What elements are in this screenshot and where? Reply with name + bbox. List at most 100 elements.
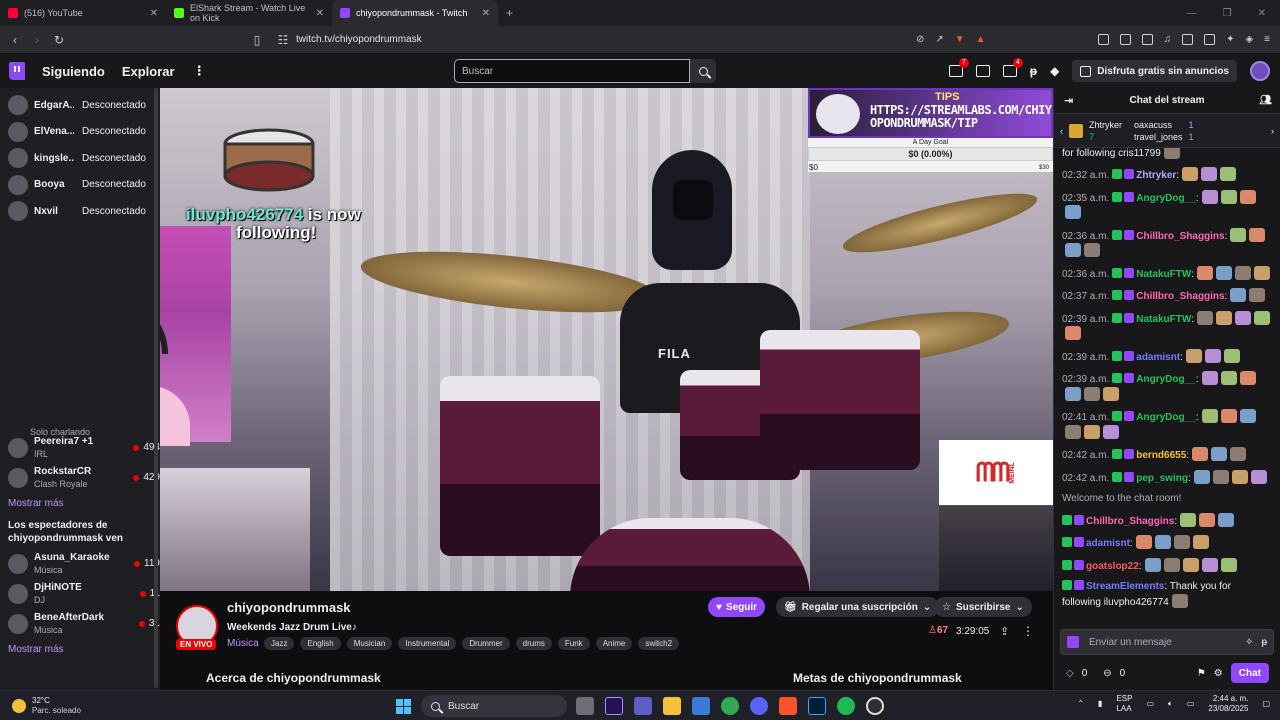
chat-badge-icon[interactable] bbox=[1112, 229, 1123, 240]
chat-send-button[interactable]: Chat bbox=[1230, 663, 1269, 683]
clock[interactable]: 2:44 a. m. 23/08/2025 bbox=[1208, 694, 1248, 714]
prime-button[interactable]: Disfruta gratis sin anuncios bbox=[1072, 60, 1237, 82]
close-icon[interactable]: ✕ bbox=[482, 8, 490, 19]
user-avatar[interactable] bbox=[1250, 61, 1270, 81]
chat-username[interactable]: NatakuFTW bbox=[1136, 314, 1191, 325]
share-icon[interactable]: ↗ bbox=[935, 34, 943, 45]
chat-badge-icon[interactable] bbox=[1124, 373, 1135, 383]
taskbar-search[interactable]: Buscar bbox=[421, 695, 567, 717]
chat-badge-icon[interactable] bbox=[1074, 514, 1084, 525]
inbox-icon[interactable]: 7 bbox=[948, 58, 969, 77]
tag[interactable]: Drummer bbox=[462, 637, 510, 650]
chat-badge-icon[interactable] bbox=[1062, 580, 1072, 590]
leo-icon[interactable]: ✦ bbox=[1226, 34, 1234, 45]
emote-icon[interactable] bbox=[1254, 265, 1271, 280]
chat-badge-icon[interactable] bbox=[1112, 411, 1123, 421]
chat-username[interactable]: StreamElements bbox=[1086, 581, 1164, 592]
twitch-logo-icon[interactable] bbox=[9, 62, 25, 80]
drops-icon[interactable]: ◆ bbox=[1050, 64, 1059, 78]
emote-icon[interactable] bbox=[1192, 535, 1209, 549]
users-icon[interactable]: 👥︎ bbox=[1259, 95, 1272, 106]
bookmark-icon[interactable]: ▯ bbox=[246, 33, 268, 47]
chat-badge-icon[interactable] bbox=[1124, 312, 1135, 323]
chat-username[interactable]: AngryDog__ bbox=[1136, 193, 1195, 204]
chevron-right-icon[interactable]: › bbox=[1271, 126, 1274, 136]
tab-youtube[interactable]: (516) YouTube ✕ bbox=[0, 0, 166, 26]
emote-icon[interactable] bbox=[1230, 447, 1247, 461]
emote-icon[interactable] bbox=[1254, 310, 1271, 325]
emote-icon[interactable] bbox=[1103, 386, 1119, 401]
chat-badge-icon[interactable] bbox=[1062, 559, 1072, 570]
emote-icon[interactable] bbox=[1084, 386, 1100, 401]
chat-input[interactable]: Enviar un mensaje ✧ ᵽ bbox=[1060, 629, 1274, 655]
brave-shield-icon[interactable]: ▼ bbox=[955, 34, 965, 45]
volume-icon[interactable]: 🔈︎ bbox=[1168, 699, 1173, 709]
tag[interactable]: Anime bbox=[595, 637, 633, 650]
emote-icon[interactable] bbox=[1182, 167, 1199, 181]
search-input[interactable] bbox=[454, 59, 690, 83]
start-button[interactable] bbox=[396, 699, 411, 714]
obs-icon[interactable] bbox=[866, 697, 884, 715]
emote-icon[interactable] bbox=[1201, 409, 1218, 423]
sidebar-item-live[interactable]: Peereira7 +1 IRL 494 bbox=[0, 433, 160, 463]
tag[interactable]: drums bbox=[515, 637, 552, 650]
share-icon[interactable]: ⇪ bbox=[1000, 625, 1009, 638]
emote-icon[interactable] bbox=[1249, 288, 1266, 302]
follow-button[interactable]: ♥ Seguir bbox=[708, 597, 766, 617]
channel-points-icon[interactable]: ◇ bbox=[1066, 668, 1074, 679]
gifter-entry[interactable]: Zhtryker 7 bbox=[1089, 119, 1122, 143]
emote-icon[interactable] bbox=[1163, 557, 1180, 572]
chat-username[interactable]: AngryDog__ bbox=[1136, 374, 1195, 385]
back-icon[interactable]: ‹ bbox=[4, 33, 26, 47]
language-indicator[interactable]: ESP LAA bbox=[1116, 694, 1132, 714]
sidebar-item-offline[interactable]: ElVena... Desconectado bbox=[0, 119, 160, 146]
reload-icon[interactable]: ↻ bbox=[48, 33, 70, 47]
emote-icon[interactable] bbox=[1144, 557, 1161, 572]
extension-feature-icon[interactable]: ᵽ bbox=[1030, 64, 1037, 78]
tag[interactable]: Instrumental bbox=[398, 637, 457, 650]
forward-icon[interactable]: › bbox=[26, 33, 48, 47]
emote-icon[interactable] bbox=[1216, 265, 1233, 280]
emote-icon[interactable] bbox=[1223, 348, 1240, 363]
nav-more-icon[interactable]: ⋮ bbox=[193, 63, 206, 79]
chat-badge-icon[interactable] bbox=[1124, 290, 1135, 300]
emote-icon[interactable] bbox=[1065, 326, 1081, 340]
emote-icon[interactable] bbox=[1065, 243, 1081, 257]
emote-icon[interactable] bbox=[1230, 288, 1247, 302]
chat-badge-icon[interactable] bbox=[1112, 373, 1123, 383]
url-field[interactable]: twitch.tv/chiyopondrummask bbox=[296, 34, 422, 45]
media-icon[interactable]: ♫ bbox=[1164, 34, 1172, 45]
emote-icon[interactable] bbox=[1163, 148, 1180, 159]
brave-icon[interactable] bbox=[779, 697, 797, 715]
search-button[interactable] bbox=[690, 59, 716, 83]
emote-picker-icon[interactable]: ✧ bbox=[1245, 637, 1253, 648]
emote-icon[interactable] bbox=[1211, 447, 1228, 461]
file-explorer-icon[interactable] bbox=[663, 697, 681, 715]
emote-icon[interactable] bbox=[1171, 593, 1188, 608]
sidebar-icon[interactable] bbox=[1182, 34, 1194, 45]
emote-icon[interactable] bbox=[1250, 469, 1267, 484]
emote-icon[interactable] bbox=[1235, 265, 1252, 280]
tray-chevron-icon[interactable]: ⌃ bbox=[1077, 699, 1084, 709]
chat-username[interactable]: goatslop22 bbox=[1086, 561, 1139, 572]
show-more-link[interactable]: Mostrar más bbox=[0, 493, 160, 515]
emote-icon[interactable] bbox=[1220, 409, 1237, 423]
mail-icon[interactable] bbox=[975, 65, 990, 77]
tag[interactable]: switch2 bbox=[638, 637, 680, 650]
chat-badge-icon[interactable] bbox=[1062, 514, 1072, 525]
chat-badge-icon[interactable] bbox=[1074, 537, 1084, 547]
stream-category[interactable]: Música bbox=[227, 638, 259, 649]
sidebar-item-offline[interactable]: Booya Desconectado bbox=[0, 172, 160, 199]
bits-icon[interactable]: ⊖ bbox=[1103, 668, 1111, 679]
close-icon[interactable]: ✕ bbox=[150, 8, 158, 19]
chat-badge-icon[interactable] bbox=[1112, 191, 1123, 202]
window-close-icon[interactable]: ✕ bbox=[1258, 8, 1266, 19]
emote-icon[interactable] bbox=[1065, 424, 1081, 439]
emote-icon[interactable] bbox=[1135, 535, 1152, 549]
emote-icon[interactable] bbox=[1220, 167, 1237, 181]
chat-username[interactable]: Chillbro_Shaggins bbox=[1086, 516, 1174, 527]
emote-icon[interactable] bbox=[1220, 557, 1237, 572]
chat-badge-icon[interactable] bbox=[1112, 169, 1123, 179]
network-icon[interactable]: ▭ bbox=[1146, 699, 1154, 709]
sidebar-item-related[interactable]: DjHiNOTEDJ11 bbox=[0, 579, 160, 609]
